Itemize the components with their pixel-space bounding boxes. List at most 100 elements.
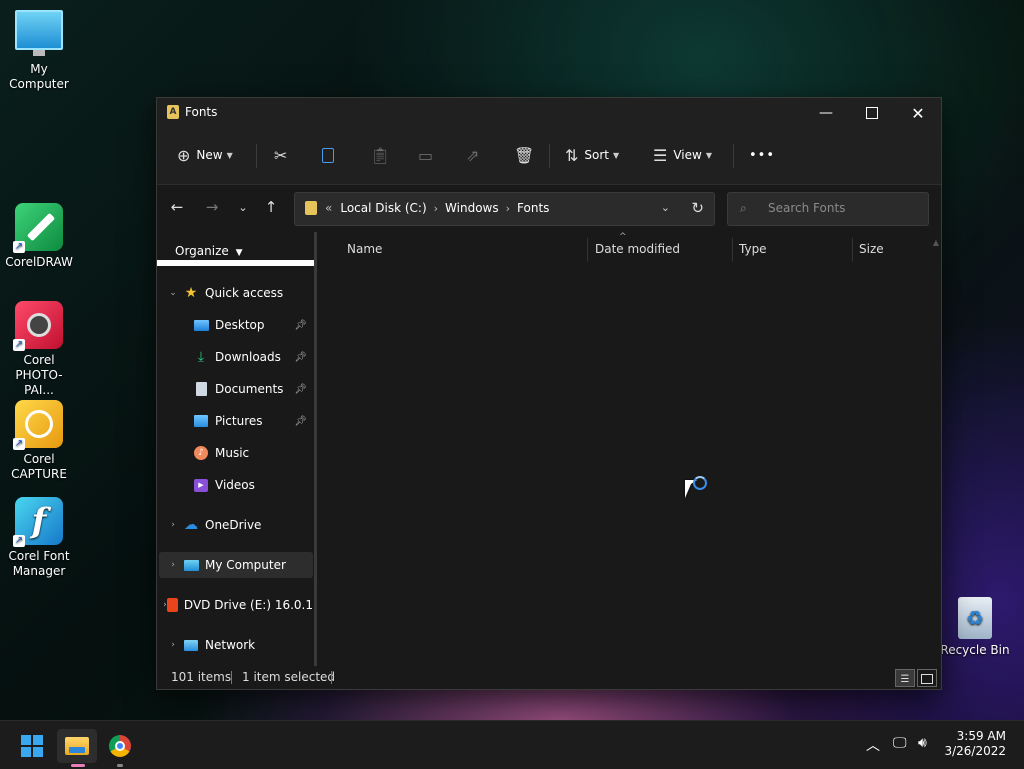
nav-item-onedrive[interactable]: › ☁ OneDrive	[159, 512, 313, 538]
tiles-view-button[interactable]	[917, 669, 937, 687]
column-header-size[interactable]: Size	[859, 242, 884, 256]
column-label: Type	[739, 242, 767, 256]
nav-item-label: Quick access	[205, 286, 284, 300]
share-button[interactable]: ⇗	[466, 140, 485, 170]
pin-icon[interactable]: 📌︎	[294, 320, 307, 331]
new-button[interactable]: ⊕ New ▼	[177, 140, 233, 170]
column-divider[interactable]	[587, 238, 588, 262]
refresh-button[interactable]: ↻	[691, 199, 704, 217]
more-options-button[interactable]: •••	[749, 140, 775, 170]
view-button[interactable]: ☰ View ▼	[653, 140, 712, 170]
star-icon: ★	[184, 285, 198, 301]
column-divider[interactable]	[732, 238, 733, 262]
sort-button[interactable]: ⇅ Sort ▼	[565, 140, 619, 170]
organize-button[interactable]: Organize ▼	[175, 244, 243, 258]
back-button[interactable]: ←	[163, 193, 191, 221]
nav-item-downloads[interactable]: ⤓ Downloads 📌︎	[159, 344, 313, 370]
rename-button[interactable]: ▭	[418, 140, 439, 170]
pin-icon[interactable]: 📌︎	[294, 352, 307, 363]
desktop-icon-my-computer[interactable]: My Computer	[0, 10, 78, 92]
address-overflow[interactable]: «	[325, 201, 332, 215]
status-bar: 101 items 1 item selected ☰	[157, 666, 941, 689]
breadcrumb-fonts[interactable]: Fonts	[517, 201, 549, 215]
clock[interactable]: 3:59 AM 3/26/2022	[944, 729, 1006, 759]
minimize-button[interactable]: —	[803, 98, 849, 128]
delete-button[interactable]: 🗑︎	[514, 140, 540, 170]
chevron-down-icon: ▼	[705, 150, 712, 160]
monitor-icon	[15, 10, 63, 56]
copy-icon	[322, 147, 334, 163]
column-header-date-modified[interactable]: Date modified	[595, 242, 680, 256]
search-box[interactable]: ⌕	[727, 192, 929, 226]
sort-label: Sort	[584, 148, 610, 162]
status-divider	[231, 671, 232, 684]
network-tray-icon: 🖵︎	[893, 735, 907, 751]
details-view-button[interactable]: ☰	[895, 669, 915, 687]
pin-icon[interactable]: 📌︎	[294, 384, 307, 395]
desktop-icon-label: Corel CAPTURE	[11, 452, 67, 481]
column-header-name[interactable]: Name	[347, 242, 382, 256]
nav-item-label: OneDrive	[205, 518, 262, 532]
nav-item-label: DVD Drive (E:) 16.0.1	[183, 598, 313, 612]
network-icon	[183, 638, 199, 652]
nav-item-documents[interactable]: Documents 📌︎	[159, 376, 313, 402]
copy-button[interactable]	[322, 140, 340, 170]
desktop-icon-coreldraw[interactable]: ↗ CorelDRAW	[0, 203, 78, 270]
chevron-down-icon: ▼	[226, 150, 233, 160]
search-input[interactable]	[766, 200, 920, 216]
selection-count: 1 item selected	[242, 670, 336, 684]
address-bar[interactable]: « Local Disk (C:) › Windows › Fonts ⌄ ↻	[294, 192, 715, 226]
breadcrumb-local-disk[interactable]: Local Disk (C:)	[340, 201, 426, 215]
title-bar[interactable]: A Fonts — ✕	[157, 98, 941, 128]
nav-item-pictures[interactable]: Pictures 📌︎	[159, 408, 313, 434]
up-button[interactable]: ↑	[257, 193, 285, 221]
maximize-button[interactable]	[849, 98, 895, 128]
plus-circle-icon: ⊕	[177, 145, 191, 165]
volume-button[interactable]: 🔊︎	[918, 735, 927, 751]
column-divider[interactable]	[852, 238, 853, 262]
recent-locations-button[interactable]: ⌄	[229, 193, 257, 221]
breadcrumb-windows[interactable]: Windows	[445, 201, 499, 215]
clipboard-icon: 📋︎	[370, 145, 391, 165]
start-button[interactable]	[12, 729, 52, 763]
chevron-right-icon: ›	[171, 560, 175, 570]
pin-icon[interactable]: 📌︎	[294, 416, 307, 427]
file-list[interactable]: Name ^ Date modified Type Size ▲	[317, 232, 941, 666]
paste-button[interactable]: 📋︎	[370, 140, 396, 170]
desktop-icon-corel-capture[interactable]: ↗ Corel CAPTURE	[0, 400, 78, 482]
forward-button[interactable]: →	[198, 193, 226, 221]
nav-item-music[interactable]: ♪ Music	[159, 440, 313, 466]
file-explorer-taskbar-button[interactable]	[57, 729, 97, 767]
toolbar-divider	[733, 144, 734, 168]
desktop-icon-recycle-bin[interactable]: ♻ Recycle Bin	[936, 597, 1014, 658]
network-status-button[interactable]: 🖵︎	[893, 735, 907, 751]
nav-item-network[interactable]: › Network	[159, 632, 313, 658]
corel-photopaint-icon: ↗	[13, 301, 63, 351]
fonts-folder-icon	[305, 201, 317, 215]
nav-item-label: My Computer	[205, 558, 286, 572]
address-history-button[interactable]: ⌄	[661, 201, 670, 214]
nav-item-videos[interactable]: ▶ Videos	[159, 472, 313, 498]
column-header-type[interactable]: Type	[739, 242, 767, 256]
download-arrow-icon: ⤓	[197, 349, 205, 365]
status-divider	[331, 671, 332, 684]
tiles-view-icon	[921, 674, 933, 684]
nav-item-my-computer[interactable]: › My Computer	[159, 552, 313, 578]
show-hidden-icons-button[interactable]: ︿	[866, 735, 880, 755]
cut-button[interactable]: ✂	[274, 140, 293, 170]
desktop-icon-corel-photopaint[interactable]: ↗ Corel PHOTO-PAI...	[0, 301, 78, 398]
close-button[interactable]: ✕	[895, 98, 941, 128]
sort-ascending-icon: ^	[619, 232, 627, 242]
new-label: New	[196, 148, 223, 162]
nav-item-quick-access[interactable]: ⌄ ★ Quick access	[159, 280, 313, 306]
arrow-right-icon: →	[205, 198, 219, 216]
chrome-taskbar-button[interactable]	[100, 729, 140, 767]
nav-item-dvd-drive[interactable]: › DVD Drive (E:) 16.0.1	[159, 592, 313, 618]
scroll-up-icon[interactable]: ▲	[933, 238, 939, 247]
videos-icon: ▶	[193, 478, 209, 492]
column-label: Date modified	[595, 242, 681, 256]
nav-item-desktop[interactable]: Desktop 📌︎	[159, 312, 313, 338]
desktop-icon-corel-font-manager[interactable]: f ↗ Corel Font Manager	[0, 497, 78, 579]
nav-item-label: Pictures	[215, 414, 263, 428]
speaker-icon: 🔊︎	[918, 735, 927, 751]
